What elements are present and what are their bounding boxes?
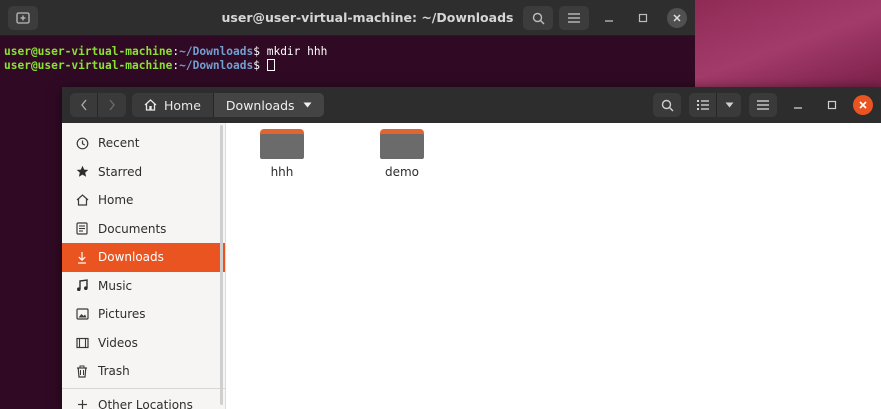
close-icon: [859, 101, 867, 109]
sidebar-item-label: Starred: [98, 164, 143, 179]
close-icon: [673, 14, 681, 22]
terminal-minimize-button[interactable]: [595, 6, 623, 30]
sidebar-item-music[interactable]: Music: [62, 272, 225, 301]
files-minimize-button[interactable]: [785, 93, 811, 117]
folder-icon: [260, 129, 304, 159]
sidebar-item-label: Videos: [98, 335, 138, 350]
caret-down-icon: [725, 102, 733, 108]
sidebar-item-label: Recent: [98, 136, 140, 151]
folder-name: demo: [384, 165, 420, 179]
sidebar-item-label: Other Locations: [98, 397, 193, 409]
sidebar-item-other-locations[interactable]: Other Locations: [62, 391, 225, 409]
sidebar-item-label: Trash: [98, 364, 130, 379]
minimize-icon: [605, 20, 613, 22]
prompt-symbol: $: [253, 58, 267, 72]
file-manager-headerbar[interactable]: Home Downloads: [62, 87, 881, 123]
star-icon: [75, 165, 89, 178]
sidebar-item-starred[interactable]: Starred: [62, 158, 225, 187]
maximize-icon: [827, 100, 837, 110]
places-sidebar: Recent Starred Home Documents Downloads …: [62, 123, 226, 409]
caret-down-icon: [303, 102, 312, 108]
maximize-icon: [638, 13, 648, 23]
music-icon: [75, 279, 89, 292]
command-text: mkdir hhh: [266, 45, 328, 58]
sidebar-item-pictures[interactable]: Pictures: [62, 300, 225, 329]
file-view[interactable]: hhh demo: [226, 123, 881, 409]
files-maximize-button[interactable]: [819, 93, 845, 117]
minimize-icon: [794, 107, 802, 109]
terminal-menu-button[interactable]: [559, 6, 589, 30]
sidebar-item-trash[interactable]: Trash: [62, 357, 225, 386]
prompt-path: ~/Downloads: [179, 58, 254, 72]
sidebar-scrollbar[interactable]: [220, 125, 223, 405]
document-icon: [75, 222, 89, 235]
terminal-search-button[interactable]: [523, 6, 553, 30]
trash-icon: [75, 365, 89, 378]
download-icon: [75, 251, 89, 264]
breadcrumb: Home Downloads: [132, 93, 324, 117]
sidebar-item-label: Documents: [98, 221, 167, 236]
terminal-cursor: [266, 58, 275, 71]
hamburger-menu-icon: [568, 13, 580, 23]
sidebar-item-recent[interactable]: Recent: [62, 129, 225, 158]
folder-item[interactable]: demo: [357, 123, 447, 179]
sidebar-item-home[interactable]: Home: [62, 186, 225, 215]
sidebar-item-label: Music: [98, 278, 133, 293]
sidebar-item-videos[interactable]: Videos: [62, 329, 225, 358]
terminal-line: user@user-virtual-machine:~/Downloads$ m…: [4, 45, 695, 59]
sidebar-item-documents[interactable]: Documents: [62, 215, 225, 244]
plus-icon: [75, 399, 89, 409]
forward-button[interactable]: [98, 93, 126, 117]
sidebar-item-downloads[interactable]: Downloads: [62, 243, 225, 272]
clock-icon: [75, 137, 89, 150]
hamburger-menu-icon: [757, 100, 769, 110]
search-icon: [661, 99, 673, 111]
breadcrumb-home[interactable]: Home: [132, 93, 214, 117]
view-options-button[interactable]: [717, 93, 741, 117]
folder-name: hhh: [270, 165, 294, 179]
chevron-right-icon: [109, 99, 115, 111]
folder-item[interactable]: hhh: [237, 123, 327, 179]
prompt-symbol: $: [253, 45, 267, 58]
desktop-wallpaper: [695, 0, 881, 90]
sidebar-item-label: Downloads: [98, 250, 164, 265]
terminal-line: user@user-virtual-machine:~/Downloads$: [4, 58, 695, 73]
list-view-icon: [696, 100, 709, 110]
terminal-maximize-button[interactable]: [629, 6, 657, 30]
prompt-user: user@user-virtual-machine: [4, 58, 173, 72]
sidebar-divider: [62, 387, 225, 389]
new-tab-icon: [16, 11, 30, 24]
terminal-close-button[interactable]: [667, 8, 687, 28]
home-icon: [75, 194, 89, 206]
chevron-left-icon: [80, 99, 87, 111]
back-button[interactable]: [70, 93, 98, 117]
search-button[interactable]: [653, 93, 681, 117]
terminal-output[interactable]: user@user-virtual-machine:~/Downloads$ m…: [0, 36, 695, 72]
sidebar-item-label: Home: [98, 193, 134, 208]
main-menu-button[interactable]: [749, 93, 777, 117]
view-toggle-button[interactable]: [689, 93, 717, 117]
new-tab-button[interactable]: [8, 5, 38, 30]
file-manager-window[interactable]: Home Downloads Recent Starred Home Docum…: [62, 87, 881, 409]
video-icon: [75, 337, 89, 349]
breadcrumb-current-label: Downloads: [225, 97, 295, 113]
prompt-path: ~/Downloads: [179, 45, 254, 58]
breadcrumb-home-label: Home: [164, 97, 201, 113]
prompt-user: user@user-virtual-machine: [4, 45, 173, 58]
sidebar-item-label: Pictures: [98, 307, 146, 322]
terminal-titlebar[interactable]: user@user-virtual-machine: ~/Downloads: [0, 0, 695, 36]
folder-icon: [380, 129, 424, 159]
files-close-button[interactable]: [853, 95, 873, 115]
picture-icon: [75, 308, 89, 320]
breadcrumb-downloads[interactable]: Downloads: [213, 93, 324, 117]
search-icon: [532, 12, 544, 24]
home-icon: [144, 99, 157, 111]
